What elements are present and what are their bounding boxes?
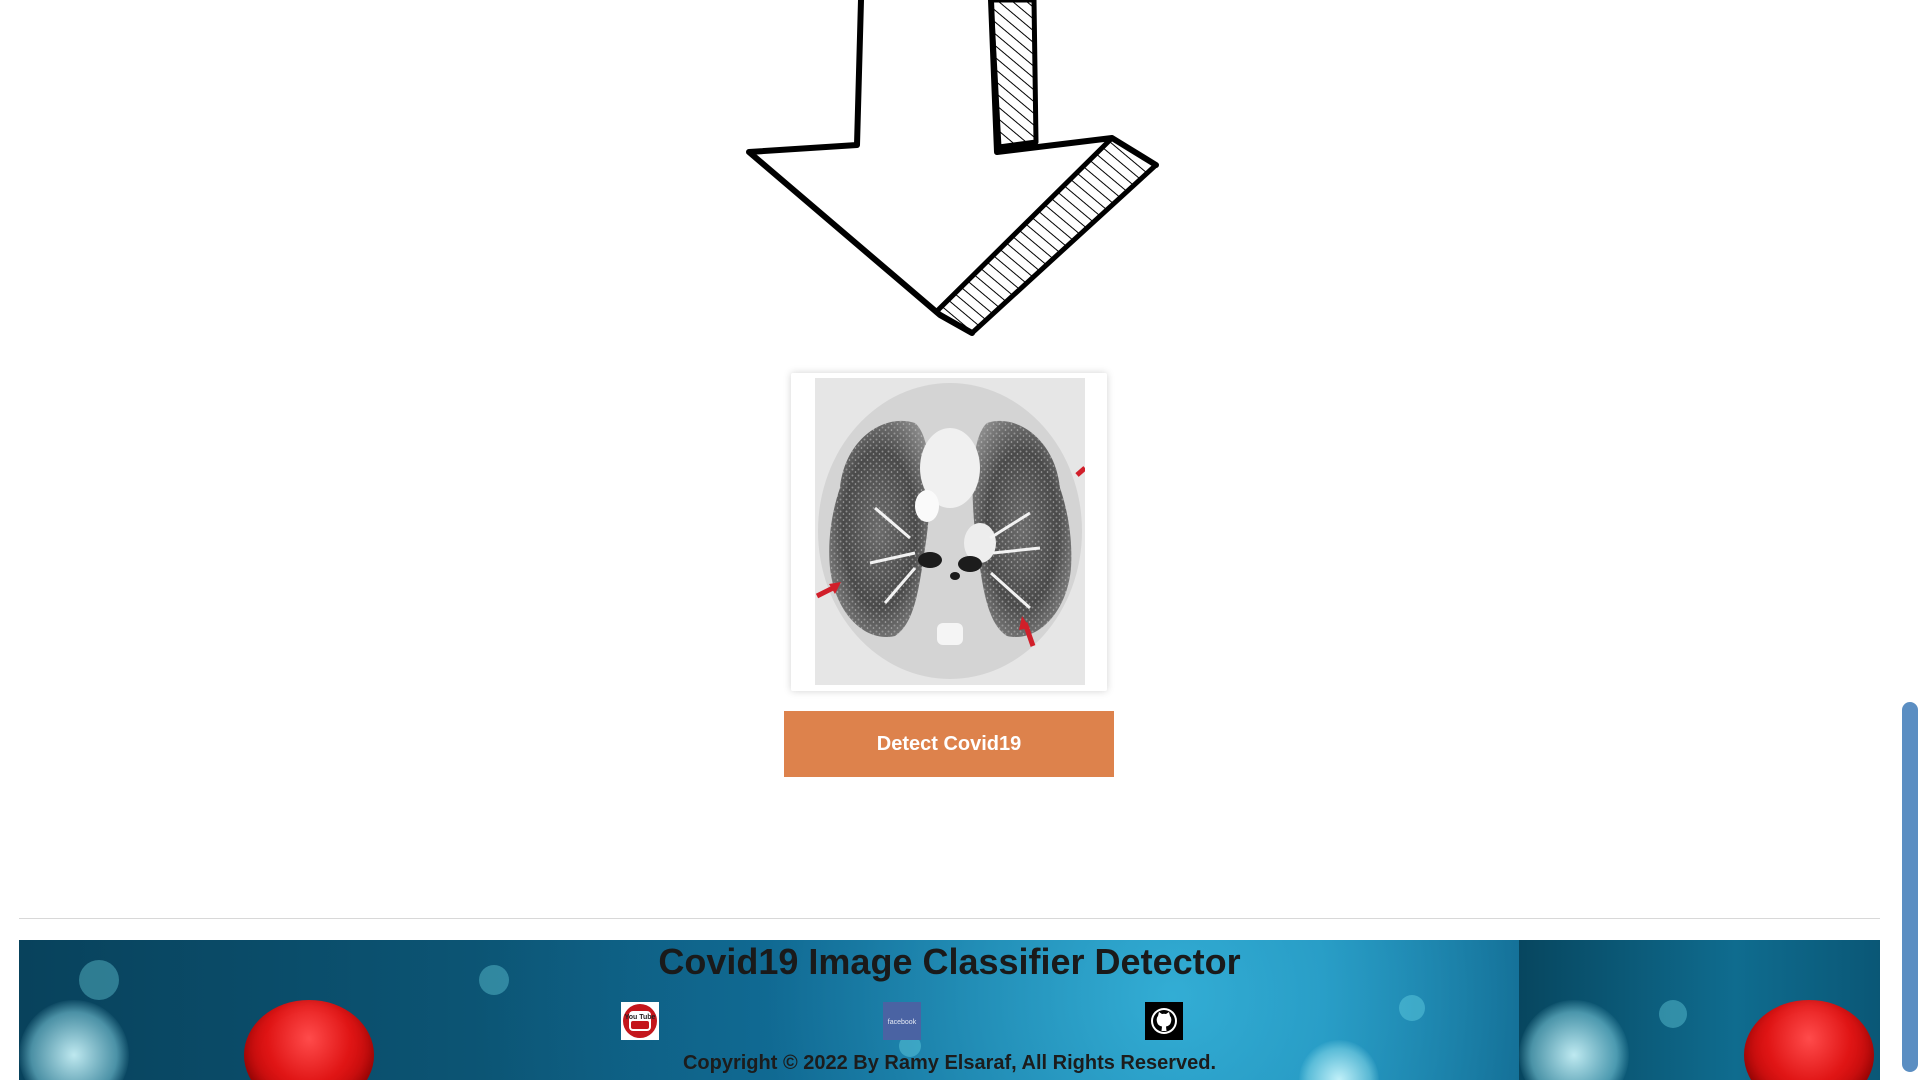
facebook-link[interactable]: facebook <box>883 1002 921 1040</box>
arrow-svg <box>746 0 1159 336</box>
youtube-link[interactable]: You Tube <box>621 1002 659 1040</box>
svg-text:You Tube: You Tube <box>625 1014 656 1021</box>
footer-title: Covid19 Image Classifier Detector <box>658 941 1241 982</box>
ct-scan-image <box>815 378 1085 685</box>
svg-text:facebook: facebook <box>888 1019 917 1026</box>
scrollbar-thumb[interactable] <box>1902 702 1918 1072</box>
youtube-icon: You Tube <box>621 1002 659 1040</box>
github-link[interactable] <box>1145 1002 1183 1040</box>
bokeh-decoration <box>1659 1000 1687 1028</box>
copyright-text: Copyright © 2022 By Ramy Elsaraf, All Ri… <box>682 1052 1217 1074</box>
github-icon <box>1145 1002 1183 1040</box>
footer-divider <box>19 918 1880 919</box>
down-arrow-illustration <box>744 0 1164 345</box>
detect-covid-button[interactable]: Detect Covid19 <box>784 711 1114 777</box>
bokeh-decoration <box>1399 995 1425 1021</box>
image-preview-card <box>791 373 1107 691</box>
facebook-icon: facebook <box>883 1002 921 1040</box>
footer: Covid19 Image Classifier Detector You Tu… <box>19 940 1880 1080</box>
